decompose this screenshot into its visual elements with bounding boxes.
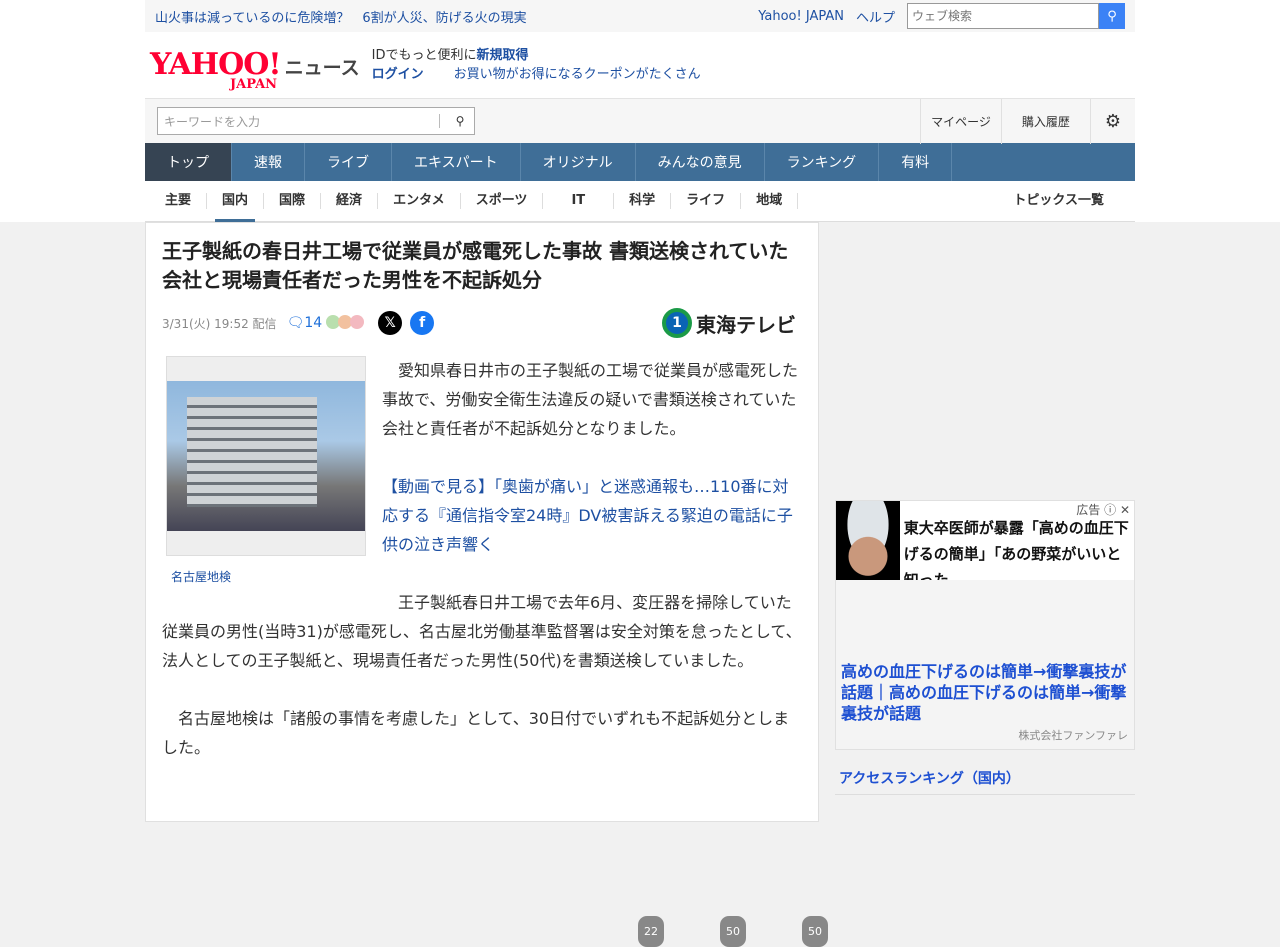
- help-link[interactable]: ヘルプ: [856, 7, 895, 26]
- reaction-faces-icon[interactable]: [326, 314, 365, 332]
- mypage-link[interactable]: マイページ: [920, 98, 1001, 144]
- ad-company: 株式会社ファンファレ: [1018, 729, 1128, 742]
- close-icon[interactable]: ✕: [1120, 503, 1130, 517]
- nav-paid[interactable]: 有料: [879, 143, 953, 181]
- paragraph-2: 王子製紙春日井工場で去年6月、変圧器を掃除していた従業員の男性(当時31)が感電…: [162, 593, 802, 670]
- subnav-international[interactable]: 国際: [264, 193, 322, 209]
- main-nav: トップ 速報 ライブ エキスパート オリジナル みんなの意見 ランキング 有料: [145, 143, 1135, 181]
- info-icon[interactable]: ⓘ: [1104, 503, 1116, 517]
- yahoo-japan-link[interactable]: Yahoo! JAPAN: [758, 9, 844, 24]
- page-header: 山火事は減っているのに危険増？ 6割が人災、防げる火の現実 Yahoo! JAP…: [0, 0, 1280, 222]
- reaction-count: 50: [720, 916, 746, 947]
- top-bar: 山火事は減っているのに危険増？ 6割が人災、防げる火の現実 Yahoo! JAP…: [145, 0, 1135, 32]
- login-link[interactable]: ログイン: [372, 67, 424, 82]
- topics-list-link[interactable]: トピックス一覧: [998, 193, 1119, 209]
- x-share-icon[interactable]: 𝕏: [378, 311, 403, 335]
- photo-caption[interactable]: 名古屋地検: [171, 563, 231, 592]
- ad-image: [836, 501, 900, 580]
- signup-link[interactable]: 新規取得: [476, 48, 528, 63]
- keyword-placeholder: キーワードを入力: [164, 114, 261, 129]
- source-name: 東海テレビ: [696, 312, 796, 337]
- source-logo[interactable]: 1 東海テレビ: [662, 308, 796, 338]
- facebook-share-icon[interactable]: f: [410, 311, 435, 335]
- subnav-life[interactable]: ライフ: [671, 193, 742, 209]
- search-icon[interactable]: ⚲: [446, 114, 474, 128]
- subnav-main[interactable]: 主要: [150, 193, 208, 209]
- sub-nav: 主要 国内 国際 経済 エンタメ スポーツ IT 科学 ライフ 地域 トピックス…: [145, 181, 1135, 222]
- yahoo-news-logo[interactable]: YAHOO! JAPAN ニュース: [150, 50, 360, 92]
- nav-original[interactable]: オリジナル: [521, 143, 636, 181]
- purchase-history-link[interactable]: 購入履歴: [1000, 98, 1090, 144]
- subnav-science[interactable]: 科学: [614, 193, 672, 209]
- id-text: IDでもっと便利に: [371, 48, 477, 63]
- subnav-it[interactable]: IT: [543, 193, 615, 209]
- search-icon[interactable]: ⚲: [1099, 3, 1125, 29]
- reaction-count: 50: [802, 916, 828, 947]
- service-name: ニュース: [284, 57, 360, 79]
- nav-breaking[interactable]: 速報: [232, 143, 305, 181]
- sidebar: 東大卒医師が暴露「高めの血圧下げるの簡単」「あの野菜がいいと知った 広告 ⓘ ✕…: [835, 222, 1135, 795]
- nav-ranking[interactable]: ランキング: [765, 143, 880, 181]
- web-search-input[interactable]: [907, 3, 1099, 29]
- subnav-sports[interactable]: スポーツ: [461, 193, 544, 209]
- reaction-counts: 22 50 50: [638, 916, 828, 947]
- article: 王子製紙の春日井工場で従業員が感電死した事故 書類送検されていた会社と現場責任者…: [145, 222, 828, 947]
- keyword-search-input[interactable]: キーワードを入力 ⚲: [157, 107, 475, 135]
- paragraph-3: 名古屋地検は「諸般の事情を考慮した」として、30日付でいずれも不起訴処分としまし…: [162, 709, 790, 757]
- comment-number: 14: [304, 315, 323, 331]
- nav-opinions[interactable]: みんなの意見: [636, 143, 765, 181]
- article-title: 王子製紙の春日井工場で従業員が感電死した事故 書類送検されていた会社と現場責任者…: [162, 239, 789, 292]
- nav-expert[interactable]: エキスパート: [392, 143, 521, 181]
- nav-top[interactable]: トップ: [145, 143, 232, 181]
- subnav-domestic[interactable]: 国内: [207, 193, 265, 222]
- comment-icon: 🗨: [286, 315, 305, 331]
- access-ranking-title[interactable]: アクセスランキング（国内）: [835, 768, 1135, 795]
- subnav-entertainment[interactable]: エンタメ: [378, 193, 461, 209]
- related-video-link[interactable]: 【動画で見る】「奥歯が痛い」と迷惑通報も…110番に対応する『通信指令室24時』…: [382, 477, 793, 554]
- subnav-local[interactable]: 地域: [741, 193, 799, 209]
- subnav-economy[interactable]: 経済: [321, 193, 379, 209]
- article-date: 3/31(火) 19:52: [162, 316, 249, 331]
- nav-live[interactable]: ライブ: [305, 143, 392, 181]
- top-headline-link[interactable]: 山火事は減っているのに危険増？ 6割が人災、防げる火の現実: [155, 7, 758, 26]
- ad-title[interactable]: 高めの血圧下げるのは簡単→衝撃裏技が話題｜高めの血圧下げるのは簡単→衝撃裏技が話…: [841, 661, 1129, 724]
- delivered-label: 配信: [252, 316, 277, 331]
- article-photo[interactable]: 名古屋地検: [166, 356, 366, 584]
- coupon-link[interactable]: お買い物がお得になるクーポンがたくさん: [454, 67, 701, 82]
- ad-card[interactable]: 東大卒医師が暴露「高めの血圧下げるの簡単」「あの野菜がいいと知った 広告 ⓘ ✕…: [835, 500, 1135, 750]
- comment-count[interactable]: 🗨14: [287, 315, 323, 331]
- ad-label: 広告: [1076, 503, 1101, 517]
- gear-icon[interactable]: ⚙: [1089, 98, 1135, 144]
- reaction-count: 22: [638, 916, 664, 947]
